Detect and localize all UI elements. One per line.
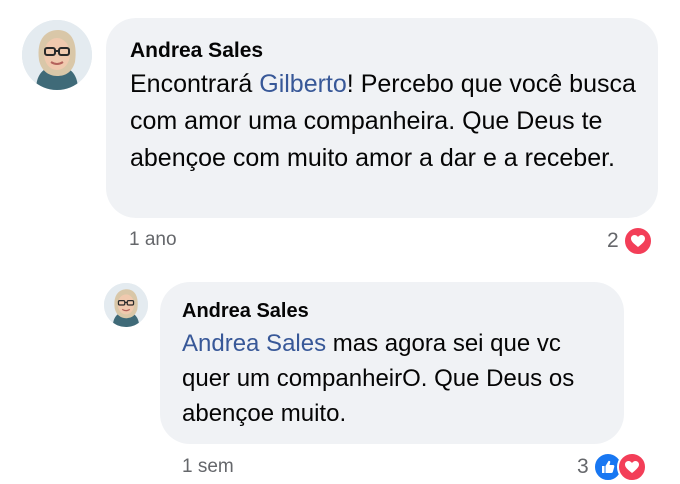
comment-thread: Andrea Sales Encontrará Gilberto! Perceb…: [0, 0, 680, 484]
comment-bubble: Andrea Sales Encontrará Gilberto! Perceb…: [106, 18, 658, 218]
reply-bubble: Andrea Sales Andrea Sales mas agora sei …: [160, 282, 624, 444]
comment-text-prefix: Encontrará: [130, 70, 260, 98]
reply-text: Andrea Sales mas agora sei que vc quer u…: [182, 326, 604, 431]
comment-timestamp[interactable]: 1 ano: [129, 229, 177, 251]
avatar-photo: [104, 283, 148, 327]
comment-author[interactable]: Andrea Sales: [130, 38, 636, 64]
mention-link[interactable]: Andrea Sales: [182, 330, 326, 357]
reply-timestamp[interactable]: 1 sem: [182, 456, 234, 478]
comment-text: Encontrará Gilberto! Percebo que você bu…: [130, 66, 636, 177]
avatar[interactable]: [22, 20, 92, 90]
mention-link[interactable]: Gilberto: [259, 70, 347, 98]
reaction-summary[interactable]: 2: [607, 226, 653, 256]
reply-reaction-summary[interactable]: 3: [577, 452, 647, 482]
reply-avatar[interactable]: [104, 283, 148, 327]
love-icon: [622, 226, 653, 256]
reaction-count: 3: [577, 455, 589, 478]
love-icon: [616, 452, 647, 482]
reaction-count: 2: [607, 229, 619, 252]
reply-author[interactable]: Andrea Sales: [182, 298, 604, 324]
avatar-photo: [22, 20, 92, 90]
